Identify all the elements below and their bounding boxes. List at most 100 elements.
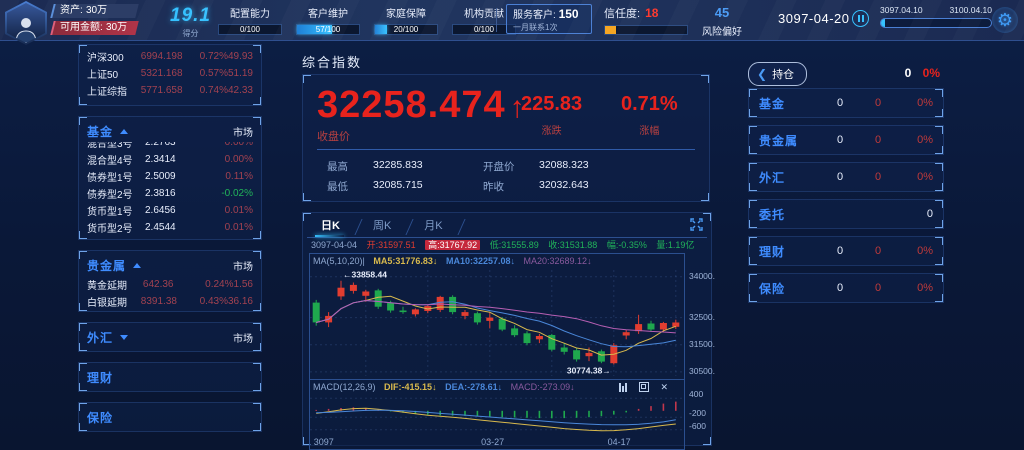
trust-progressbar	[604, 25, 688, 35]
low-value: 32085.715	[373, 179, 483, 194]
served-clients-button[interactable]: 服务客户: 150 一月联系1次	[506, 4, 592, 34]
score-value: 19.1	[170, 5, 211, 27]
forex-title[interactable]: 外汇	[87, 329, 113, 346]
tab-daily-k[interactable]: 日K	[307, 217, 358, 237]
index-row[interactable]: 沪深300 6994.198 0.72% 49.93	[87, 48, 253, 65]
ability-family-protection: 家庭保障 20/100	[374, 5, 438, 35]
position-row-orders[interactable]: 委托 0	[748, 199, 944, 229]
available-value: 30万	[106, 21, 127, 35]
collapse-down-icon[interactable]	[120, 335, 128, 340]
change-block: 225.83 涨跌	[521, 93, 582, 137]
y-axis-label: 30500.	[689, 366, 715, 376]
fund-row[interactable]: 债券型1号 2.5009 0.11%	[87, 168, 253, 185]
wealth-panel[interactable]: 理财	[78, 362, 262, 392]
metal-row[interactable]: 黄金延期 642.36 0.24% 1.56	[87, 276, 253, 293]
close-indicator-icon[interactable]: ✕	[660, 383, 668, 392]
indices-panel: 沪深300 6994.198 0.72% 49.93 上证50 5321.168…	[78, 44, 262, 106]
collapse-up-icon[interactable]	[133, 263, 141, 268]
risk-box: 45 风险偏好	[702, 5, 742, 38]
pct-value: 0.71%	[621, 93, 678, 116]
clients-label: 服务客户:	[513, 10, 556, 21]
positions-title: 持仓	[772, 66, 794, 82]
funds-market-button[interactable]: 市场	[233, 124, 253, 139]
info-low: 低:31555.89	[490, 240, 539, 250]
position-row-insurance[interactable]: 保险 0 0 0%	[748, 273, 944, 303]
trust-box: 信任度: 18	[604, 5, 688, 35]
funds-panel: 基金 市场 混合型3号 2.2763 0.00% 混合型4号 2.3414 0.…	[78, 116, 262, 240]
range-start: 3097.04.10	[880, 5, 923, 15]
wealth-title: 理财	[87, 369, 113, 386]
kline-chart[interactable]: ←33858.4430774.38→	[310, 270, 682, 376]
ability-bars: 配置能力 0/100 客户维护 57/100 家庭保障 20/100 机构贡献	[218, 5, 516, 35]
fund-row[interactable]: 混合型4号 2.3414 0.00%	[87, 151, 253, 168]
info-close: 收:31531.88	[548, 240, 597, 250]
risk-label: 风险偏好	[702, 23, 742, 38]
total-pct: 0%	[923, 66, 940, 80]
pause-button[interactable]	[852, 10, 869, 27]
metals-title[interactable]: 贵金属	[87, 257, 126, 274]
indicator-window-icon[interactable]	[639, 382, 649, 392]
clients-value: 150	[559, 7, 579, 21]
range-track[interactable]	[880, 18, 992, 28]
chart-area: MA(5,10,20)| MA5:31776.83↓ MA10:32257.08…	[307, 253, 707, 443]
gear-icon[interactable]: ⚙	[992, 7, 1018, 33]
positions-header: ❮ 持仓 0 0%	[748, 62, 944, 86]
position-row-metals[interactable]: 贵金属 0 0 0%	[748, 125, 944, 155]
forex-panel: 外汇 市场	[78, 322, 262, 352]
metal-row[interactable]: 白银延期 8391.38 0.43% 36.16	[87, 293, 253, 310]
tab-monthly-k[interactable]: 月K	[410, 217, 460, 237]
ma5-value: MA5:31776.83↓	[373, 256, 437, 266]
x-axis: 3097 03-27 04-17	[310, 436, 684, 449]
tab-weekly-k[interactable]: 周K	[359, 217, 409, 237]
open-label: 开盘价	[483, 159, 539, 174]
fund-row[interactable]: 货币型1号 2.6456 0.01%	[87, 202, 253, 219]
position-row-forex[interactable]: 外汇 0 0 0%	[748, 162, 944, 192]
chart-tabbar: 日K 周K 月K	[307, 213, 707, 238]
position-row-funds[interactable]: 基金 0 0 0%	[748, 88, 944, 118]
ma20-value: MA20:32689.12↓	[524, 256, 592, 266]
macd-y-axis-label: 400	[689, 389, 703, 399]
high-value: 32285.833	[373, 159, 483, 174]
ability-allocation: 配置能力 0/100	[218, 5, 282, 35]
collapse-up-icon[interactable]	[120, 129, 128, 134]
position-row-wealth[interactable]: 理财 0 0 0%	[748, 236, 944, 266]
ohlc-grid: 最高 32285.833 开盘价 32088.323 最低 32085.715 …	[327, 159, 695, 194]
asset-summary: 资产: 30万 可用金额: 30万	[52, 4, 137, 38]
macd-chart[interactable]	[310, 395, 682, 433]
risk-value: 45	[702, 5, 742, 20]
available-row: 可用金额: 30万	[50, 21, 138, 35]
forex-market-button[interactable]: 市场	[233, 330, 253, 345]
positions-back-button[interactable]: ❮ 持仓	[748, 62, 807, 86]
x-axis-label: 04-17	[608, 437, 631, 447]
prev-close-value: 32032.643	[539, 179, 695, 194]
x-axis-label: 3097	[314, 437, 334, 447]
fund-row[interactable]: 混合型3号 2.2763 0.00%	[87, 142, 253, 151]
fullscreen-icon[interactable]	[690, 218, 703, 234]
info-volume: 量:1.19亿	[656, 240, 694, 250]
indicator-bars-icon[interactable]	[619, 383, 628, 392]
metals-market-button[interactable]: 市场	[233, 258, 253, 273]
low-label: 最低	[327, 179, 373, 194]
score-box: 19.1 得分	[170, 5, 211, 39]
x-axis-label: 03-27	[481, 437, 504, 447]
avatar[interactable]	[5, 1, 47, 45]
assets-row: 资产: 30万	[50, 4, 138, 18]
prev-close-label: 昨收	[483, 179, 539, 194]
open-value: 32088.323	[539, 159, 695, 174]
ma-prefix: MA(5,10,20)|	[313, 256, 365, 266]
game-date: 3097-04-20	[778, 11, 850, 26]
ma10-value: MA10:32257.08↓	[446, 256, 515, 266]
fund-row[interactable]: 债券型2号 2.3816 -0.02%	[87, 185, 253, 202]
date-range-slider[interactable]: 3097.04.10 3100.04.10	[880, 5, 992, 28]
change-label: 涨跌	[521, 122, 582, 137]
score-label: 得分	[170, 28, 211, 39]
assets-label: 资产:	[60, 4, 83, 18]
y-axis-label: 34000.	[689, 271, 715, 281]
funds-title[interactable]: 基金	[87, 123, 113, 140]
index-row[interactable]: 上证50 5321.168 0.57% 51.19	[87, 65, 253, 82]
fund-row[interactable]: 货币型2号 2.4544 0.01%	[87, 219, 253, 236]
index-row[interactable]: 上证综指 5771.658 0.74% 42.33	[87, 82, 253, 99]
dea-value: DEA:-278.61↓	[445, 382, 502, 392]
insurance-panel[interactable]: 保险	[78, 402, 262, 432]
ability-progressbar: 0/100	[452, 24, 516, 35]
